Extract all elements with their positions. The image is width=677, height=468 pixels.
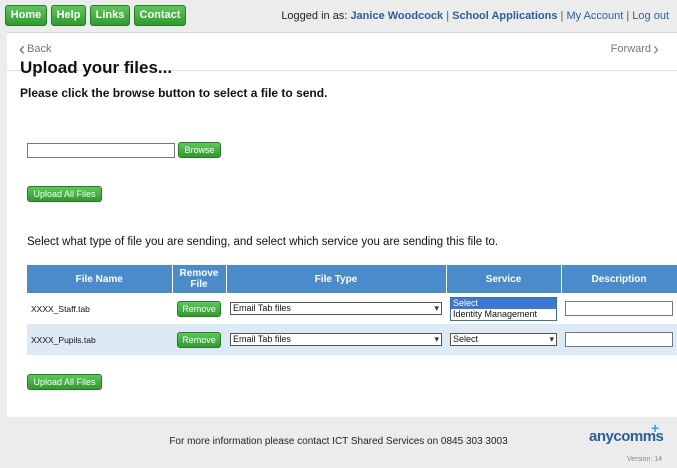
remove-cell: Remove xyxy=(172,324,226,355)
logged-in-user: Janice Woodcock xyxy=(350,10,444,22)
page-subtitle: Please click the browse button to select… xyxy=(20,86,328,100)
page-title: Upload your files... xyxy=(20,58,173,77)
service-value: Select xyxy=(453,334,479,344)
remove-button[interactable]: Remove xyxy=(177,300,221,317)
version-label: Version: 14 xyxy=(627,456,663,463)
files-table: File Name Remove File File Type Service … xyxy=(27,265,677,355)
browse-button[interactable]: Browse xyxy=(178,142,221,158)
column-header-file-type: File Type xyxy=(226,265,447,293)
column-header-description: Description xyxy=(561,265,677,293)
file-type-cell: Email Tab files ▾ xyxy=(226,293,446,324)
chevron-down-icon: ▾ xyxy=(434,334,439,344)
description-cell xyxy=(561,293,677,324)
forward-link[interactable]: Forward › xyxy=(610,39,659,59)
contact-button[interactable]: Contact xyxy=(134,5,186,26)
column-header-service: Service xyxy=(446,265,562,293)
table-row: XXXX_Pupils.tab Remove Email Tab files ▾… xyxy=(27,324,677,355)
home-button[interactable]: Home xyxy=(5,5,47,26)
footer-info: For more information please contact ICT … xyxy=(169,436,508,447)
school-applications-link[interactable]: School Applications xyxy=(452,10,557,22)
file-type-value: Email Tab files xyxy=(233,303,291,313)
table-header-row: File Name Remove File File Type Service … xyxy=(27,265,677,293)
chevron-down-icon: ▾ xyxy=(549,334,554,344)
remove-button[interactable]: Remove xyxy=(177,331,221,348)
file-type-select[interactable]: Email Tab files ▾ xyxy=(230,333,442,346)
service-option-select[interactable]: Select xyxy=(451,297,556,309)
help-button[interactable]: Help xyxy=(51,5,86,26)
login-info: Logged in as: Janice Woodcock | School A… xyxy=(281,10,669,22)
my-account-link[interactable]: My Account xyxy=(566,10,623,22)
login-prefix: Logged in as: xyxy=(281,10,348,22)
log-out-link[interactable]: Log out xyxy=(632,10,669,22)
anycomms-logo: anycomms + xyxy=(589,420,664,445)
service-select[interactable]: Select ▾ xyxy=(450,333,557,346)
description-input[interactable] xyxy=(565,332,673,347)
separator: | xyxy=(446,10,450,22)
upload-all-files-button-bottom[interactable]: Upload All Files xyxy=(27,374,102,390)
chevron-left-icon: ‹ xyxy=(19,39,25,59)
service-cell: Select Identity Management xyxy=(446,293,561,324)
back-link[interactable]: ‹ Back xyxy=(19,39,52,59)
links-button[interactable]: Links xyxy=(90,5,130,26)
file-name-cell: XXXX_Pupils.tab xyxy=(27,324,172,355)
file-type-cell: Email Tab files ▾ xyxy=(226,324,446,355)
column-header-remove-file: Remove File xyxy=(172,265,227,293)
description-cell xyxy=(561,324,677,355)
remove-cell: Remove xyxy=(172,293,226,324)
column-header-file-name: File Name xyxy=(27,265,173,293)
file-path-input[interactable] xyxy=(27,143,175,158)
instructions-text: Select what type of file you are sending… xyxy=(27,236,499,248)
separator: | xyxy=(560,10,564,22)
file-name-cell: XXXX_Staff.tab xyxy=(27,293,172,324)
service-option-identity-management[interactable]: Identity Management xyxy=(451,309,556,320)
top-bar: Home Help Links Contact Logged in as: Ja… xyxy=(0,0,677,30)
service-cell: Select ▾ xyxy=(446,324,561,355)
description-input[interactable] xyxy=(565,301,673,316)
logo-plus-icon: + xyxy=(651,420,659,436)
upload-all-files-button-top[interactable]: Upload All Files xyxy=(27,186,102,202)
table-row: XXXX_Staff.tab Remove Email Tab files ▾ … xyxy=(27,293,677,324)
forward-label: Forward xyxy=(610,42,651,55)
file-type-value: Email Tab files xyxy=(233,334,291,344)
file-type-select[interactable]: Email Tab files ▾ xyxy=(230,302,442,315)
back-label: Back xyxy=(27,42,52,55)
chevron-right-icon: › xyxy=(653,39,659,59)
chevron-down-icon: ▾ xyxy=(434,303,439,313)
separator: | xyxy=(626,10,630,22)
service-dropdown-open[interactable]: Select Identity Management xyxy=(450,296,557,321)
